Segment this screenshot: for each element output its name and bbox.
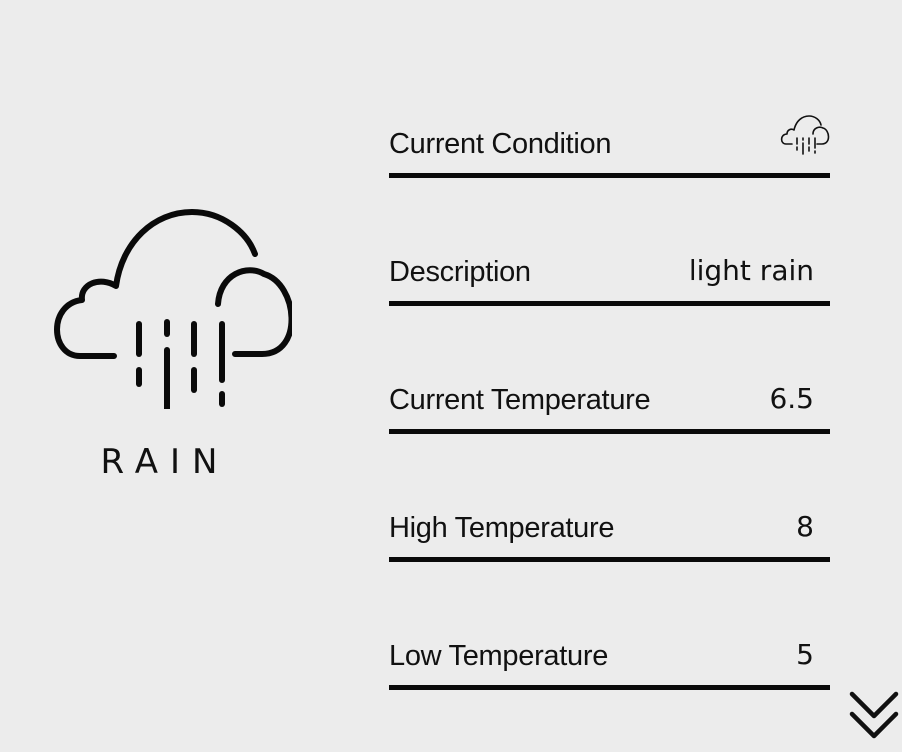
rain-cloud-icon [780,115,830,155]
double-chevron-down-icon[interactable] [848,690,900,742]
row-current-temperature: Current Temperature 6.5 [389,368,830,496]
divider [389,557,830,562]
rain-cloud-icon [54,209,292,409]
condition-title: RAIN [100,442,230,482]
description-label: Description [389,256,531,288]
divider [389,685,830,690]
divider [389,429,830,434]
divider [389,301,830,306]
current-temperature-value: 6.5 [769,382,814,415]
divider [389,173,830,178]
weather-widget: RAIN Current Condition Description light… [0,0,902,752]
low-temperature-value: 5 [796,638,814,671]
row-current-condition: Current Condition [389,112,830,240]
row-description: Description light rain [389,240,830,368]
weather-details: Current Condition Description light rain… [389,112,830,752]
high-temperature-label: High Temperature [389,512,615,544]
row-high-temperature: High Temperature 8 [389,496,830,624]
row-low-temperature: Low Temperature 5 [389,624,830,752]
condition-panel: RAIN [30,190,310,500]
low-temperature-label: Low Temperature [389,640,609,672]
current-temperature-label: Current Temperature [389,384,651,416]
description-value: light rain [688,254,814,287]
current-condition-label: Current Condition [389,128,612,160]
high-temperature-value: 8 [796,510,814,543]
